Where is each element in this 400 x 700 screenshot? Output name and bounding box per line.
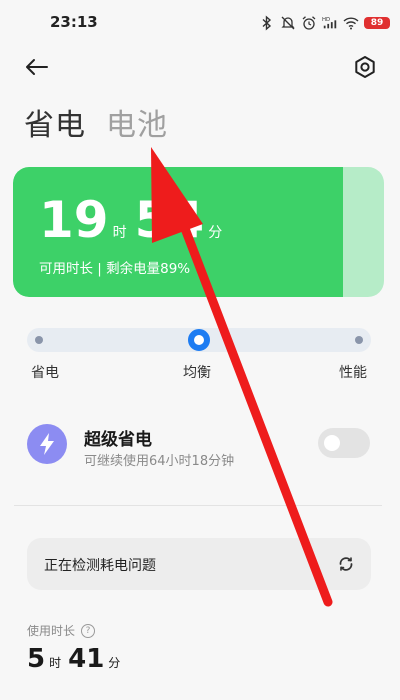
super-saver-toggle[interactable]	[318, 428, 370, 458]
remaining-minutes: 54	[134, 191, 205, 249]
remaining-hours: 19	[39, 191, 109, 249]
usage-minutes: 41	[68, 644, 105, 674]
super-saver-title: 超级省电	[84, 430, 152, 450]
usage-hours-unit: 时	[49, 656, 62, 670]
usage-duration-label: 使用时长 ?	[27, 622, 96, 639]
toggle-knob	[324, 435, 340, 451]
bluetooth-icon	[262, 15, 272, 31]
usage-label-text: 使用时长	[27, 624, 76, 638]
hd-signal-icon: HD	[322, 17, 337, 29]
battery-level-text: 89	[370, 18, 384, 28]
hours-unit: 时	[112, 225, 127, 241]
usage-duration: 5 时 41 分	[27, 644, 127, 674]
usage-hours: 5	[27, 644, 46, 674]
minutes-unit: 分	[208, 225, 223, 241]
battery-card: 19 时 54 分 可用时长 | 剩余电量89%	[13, 167, 384, 297]
remaining-time: 19 时 54 分	[39, 195, 230, 245]
super-saver-subtitle: 可继续使用64小时18分钟	[84, 454, 235, 469]
mode-label-performance[interactable]: 性能	[339, 362, 367, 382]
power-issue-check-card[interactable]: 正在检测耗电问题	[27, 538, 371, 590]
status-bar: 23:13 HD 89	[0, 0, 400, 44]
battery-card-subtitle: 可用时长 | 剩余电量89%	[39, 261, 191, 277]
status-icons: HD 89	[259, 13, 390, 33]
wifi-icon	[343, 17, 359, 30]
mute-icon	[281, 16, 295, 30]
alarm-icon	[302, 16, 316, 30]
section-divider	[14, 505, 382, 506]
lightning-icon	[40, 433, 54, 455]
mode-label-power-saving[interactable]: 省电	[31, 362, 59, 382]
arrow-left-icon[interactable]	[22, 52, 52, 82]
mode-slider[interactable]	[27, 328, 371, 352]
tab-battery[interactable]: 电池	[106, 100, 168, 144]
tab-power-saving[interactable]: 省电	[24, 100, 86, 144]
mode-dot-power-saving[interactable]	[35, 336, 43, 344]
mode-slider-knob[interactable]	[188, 329, 210, 351]
check-status-text: 正在检测耗电问题	[44, 558, 156, 574]
top-bar	[0, 44, 400, 88]
page-tabs: 省电 电池	[24, 100, 168, 144]
mode-dot-performance[interactable]	[355, 336, 363, 344]
svg-text:HD: HD	[322, 17, 330, 23]
status-time: 23:13	[50, 13, 98, 31]
super-saver-icon-circle	[27, 424, 67, 464]
help-icon[interactable]: ?	[81, 623, 96, 638]
usage-minutes-unit: 分	[108, 656, 121, 670]
gear-icon[interactable]	[350, 52, 380, 82]
battery-indicator: 89	[364, 17, 390, 29]
refresh-icon[interactable]	[337, 555, 355, 573]
mode-label-balanced[interactable]: 均衡	[183, 362, 211, 382]
